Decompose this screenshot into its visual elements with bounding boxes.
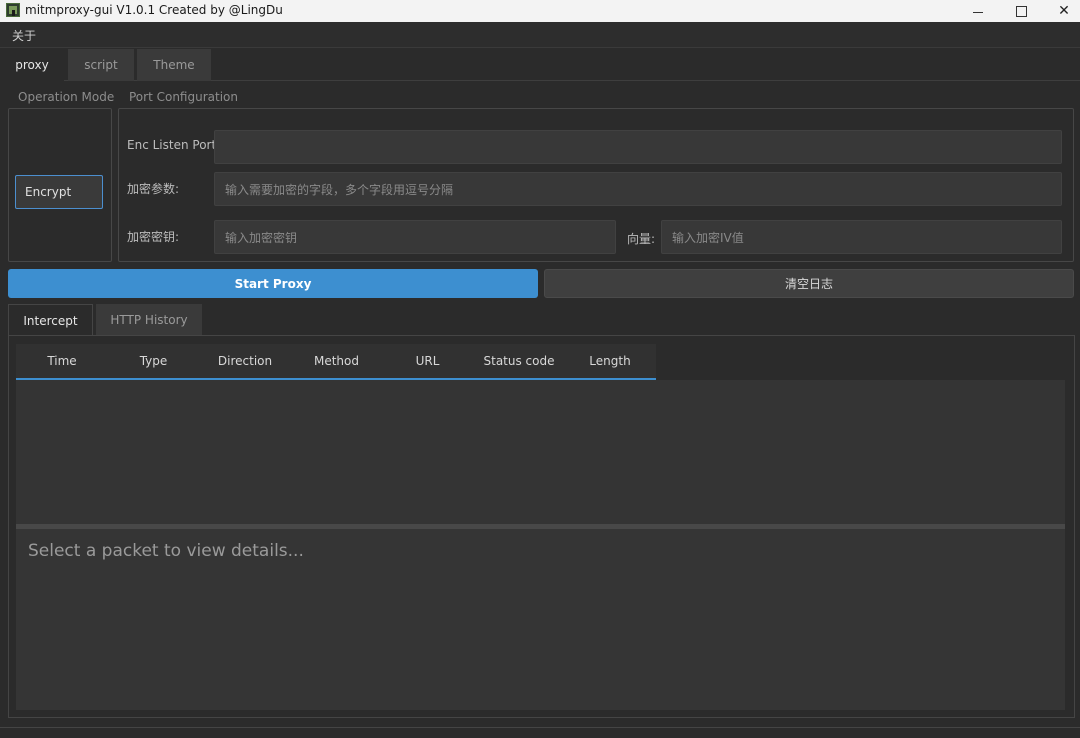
encrypt-params-label: 加密参数: (127, 182, 180, 196)
column-header-length[interactable]: Length (565, 344, 655, 378)
close-icon: ✕ (1058, 3, 1070, 19)
tab-theme[interactable]: Theme (137, 49, 211, 81)
close-button[interactable]: ✕ (1042, 0, 1080, 22)
column-header-type[interactable]: Type (108, 344, 199, 378)
app-icon (6, 3, 20, 17)
listen-port-label: Enc Listen Port: (127, 138, 221, 152)
iv-input[interactable]: 输入加密IV值 (661, 220, 1062, 254)
title-bar: mitmproxy-gui V1.0.1 Created by @LingDu … (0, 0, 1080, 22)
packet-table-header: Time Type Direction Method URL Status co… (16, 344, 656, 380)
encrypt-key-input[interactable]: 输入加密密钥 (214, 220, 616, 254)
start-proxy-button[interactable]: Start Proxy (8, 269, 538, 298)
encrypt-params-input[interactable]: 输入需要加密的字段，多个字段用逗号分隔 (214, 172, 1062, 206)
menu-bar: 关于 (0, 22, 1080, 48)
column-header-method[interactable]: Method (291, 344, 382, 378)
listen-port-input[interactable] (214, 130, 1062, 164)
column-header-time[interactable]: Time (16, 344, 108, 378)
packet-table-body[interactable] (16, 380, 1065, 524)
column-header-url[interactable]: URL (382, 344, 473, 378)
port-configuration-title: Port Configuration (129, 90, 238, 104)
operation-mode-title: Operation Mode (18, 90, 115, 104)
tab-script[interactable]: script (68, 49, 134, 81)
encrypt-mode-button[interactable]: Encrypt (15, 175, 103, 209)
encrypt-key-label: 加密密钥: (127, 230, 180, 244)
menu-about[interactable]: 关于 (12, 27, 36, 44)
packet-details-view[interactable]: Select a packet to view details... (16, 529, 1065, 710)
minimize-button[interactable] (956, 0, 1000, 22)
tab-http-history[interactable]: HTTP History (96, 304, 202, 336)
column-header-direction[interactable]: Direction (199, 344, 291, 378)
iv-label: 向量: (627, 232, 656, 246)
details-placeholder: Select a packet to view details... (28, 541, 304, 561)
main-tab-bar: proxy script Theme (0, 49, 1080, 81)
clear-log-button[interactable]: 清空日志 (544, 269, 1074, 298)
tab-intercept[interactable]: Intercept (8, 304, 93, 336)
column-header-status-code[interactable]: Status code (473, 344, 565, 378)
maximize-button[interactable] (999, 0, 1043, 22)
window-title: mitmproxy-gui V1.0.1 Created by @LingDu (25, 3, 283, 17)
status-bar-divider (0, 727, 1080, 728)
tab-proxy[interactable]: proxy (0, 49, 64, 81)
